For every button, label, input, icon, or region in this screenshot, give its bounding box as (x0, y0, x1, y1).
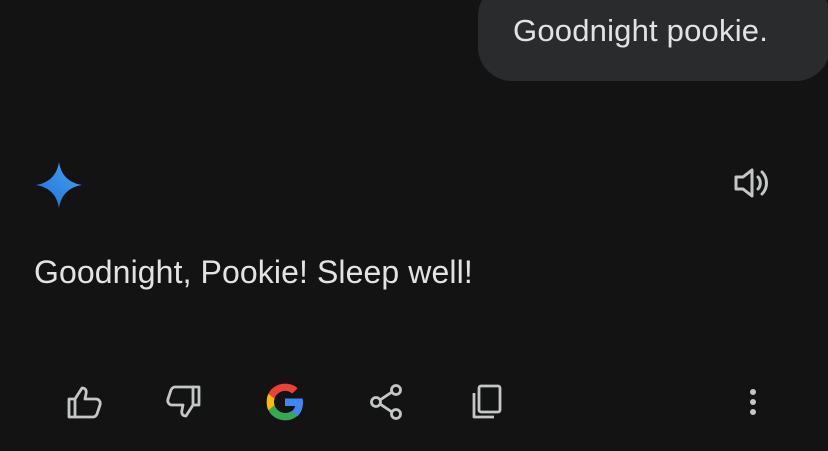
google-search-button[interactable] (261, 378, 309, 426)
more-vert-icon (731, 380, 775, 424)
volume-up-icon[interactable] (729, 161, 773, 205)
user-message-bubble: Goodnight pookie. (478, 0, 828, 81)
thumbs-down-icon (161, 380, 205, 424)
chat-screen: Goodnight pookie. Goodnight, Pookie! Sle… (0, 0, 828, 451)
thumbs-up-icon (63, 380, 107, 424)
share-button[interactable] (362, 378, 410, 426)
thumbs-up-button[interactable] (61, 378, 109, 426)
more-options-button[interactable] (729, 378, 777, 426)
thumbs-down-button[interactable] (159, 378, 207, 426)
share-icon (364, 380, 408, 424)
gemini-sparkle-icon (34, 160, 84, 210)
copy-button[interactable] (462, 378, 510, 426)
copy-icon (464, 380, 508, 424)
user-message-text: Goodnight pookie. (513, 13, 769, 48)
assistant-response-text: Goodnight, Pookie! Sleep well! (34, 254, 473, 290)
google-g-icon (263, 380, 307, 424)
